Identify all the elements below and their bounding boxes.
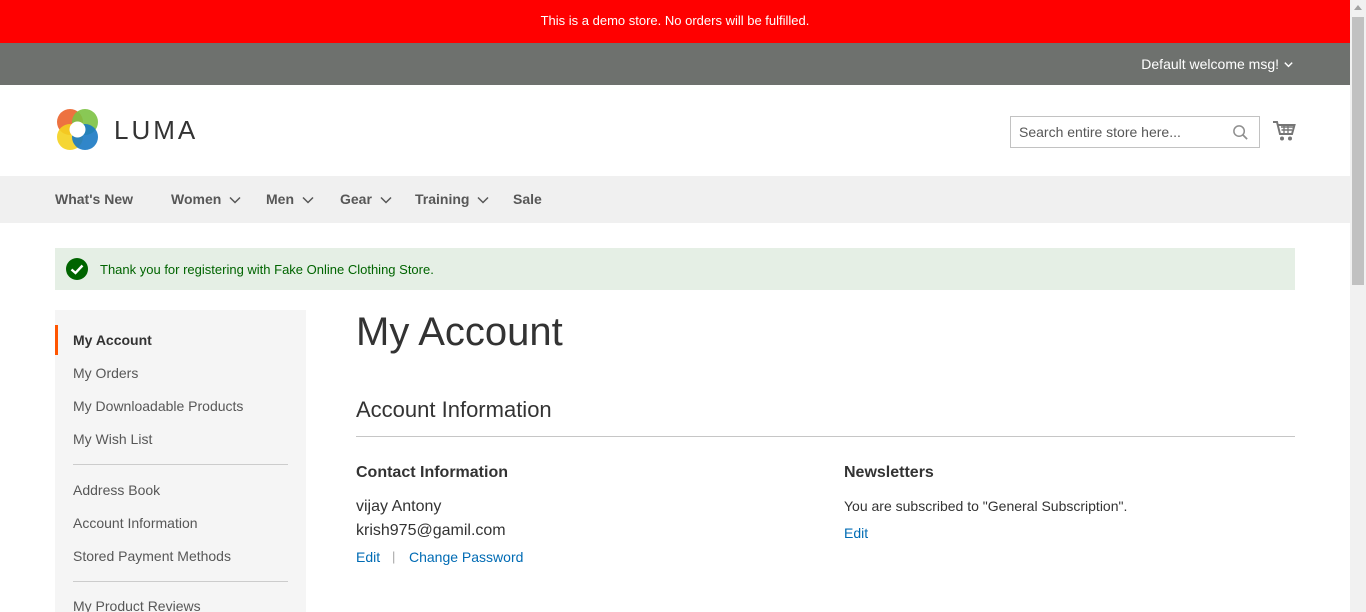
chevron-down-icon: [302, 196, 314, 204]
nav-label: Women: [171, 191, 222, 207]
welcome-label: Default welcome msg!: [1141, 56, 1279, 72]
nav-gear[interactable]: Gear: [340, 191, 392, 208]
link-separator: |: [392, 549, 396, 564]
sidebar-item-account-information[interactable]: Account Information: [73, 514, 198, 532]
scroll-thumb[interactable]: [1352, 17, 1364, 285]
edit-contact-link[interactable]: Edit: [356, 548, 380, 566]
welcome-dropdown[interactable]: Default welcome msg!: [1141, 55, 1294, 73]
search-box: [1010, 116, 1260, 148]
nav-label: Gear: [340, 191, 372, 207]
sidebar-item-stored-payment-methods[interactable]: Stored Payment Methods: [73, 547, 231, 565]
chevron-down-icon: [380, 196, 392, 204]
page-scrollbar[interactable]: [1350, 0, 1366, 612]
edit-newsletters-link[interactable]: Edit: [844, 524, 868, 542]
nav-label: Men: [266, 191, 294, 207]
store-logo[interactable]: LUMA: [55, 107, 198, 153]
chevron-down-icon: [477, 196, 489, 204]
page-title: My Account: [356, 310, 563, 354]
scroll-up-arrow-icon[interactable]: [1354, 5, 1362, 10]
success-message-text: Thank you for registering with Fake Onli…: [100, 261, 434, 277]
cart-icon[interactable]: [1272, 120, 1296, 142]
search-icon[interactable]: [1232, 124, 1249, 141]
nav-sale[interactable]: Sale: [513, 191, 542, 208]
active-indicator: [55, 325, 58, 355]
logo-text: LUMA: [114, 114, 199, 145]
chevron-down-icon: [229, 196, 241, 204]
nav-women[interactable]: Women: [171, 191, 241, 208]
sidebar-divider: [73, 581, 288, 582]
nav-whats-new[interactable]: What's New: [55, 191, 133, 208]
sidebar-item-address-book[interactable]: Address Book: [73, 481, 160, 499]
site-header: LUMA: [0, 85, 1350, 176]
demo-notice: This is a demo store. No orders will be …: [0, 0, 1350, 43]
nav-men[interactable]: Men: [266, 191, 314, 208]
main-navigation: What's New Women Men Gear Training Sale: [0, 176, 1350, 223]
change-password-link[interactable]: Change Password: [409, 548, 523, 566]
panel-header: Default welcome msg!: [0, 43, 1350, 85]
nav-label: Sale: [513, 191, 542, 207]
sidebar-item-my-orders[interactable]: My Orders: [73, 364, 138, 382]
sidebar-item-product-reviews[interactable]: My Product Reviews: [73, 597, 201, 612]
nav-training[interactable]: Training: [415, 191, 489, 208]
sidebar-divider: [73, 464, 288, 465]
sidebar-item-downloadable-products[interactable]: My Downloadable Products: [73, 397, 243, 415]
newsletters-title: Newsletters: [844, 464, 934, 481]
contact-email: krish975@gamil.com: [356, 522, 506, 539]
section-divider: [356, 436, 1295, 437]
section-title: Account Information: [356, 397, 552, 422]
luma-logo-icon: [57, 109, 98, 150]
account-sidebar: My Account My Orders My Downloadable Pro…: [55, 310, 306, 612]
chevron-down-icon: [1284, 61, 1293, 67]
nav-label: Training: [415, 191, 470, 207]
newsletter-status: You are subscribed to "General Subscript…: [844, 498, 1128, 514]
sidebar-item-wish-list[interactable]: My Wish List: [73, 430, 152, 448]
sidebar-item-my-account[interactable]: My Account: [73, 331, 152, 349]
contact-name: vijay Antony: [356, 498, 442, 515]
search-input[interactable]: [1011, 117, 1221, 147]
contact-info-title: Contact Information: [356, 464, 508, 481]
check-circle-icon: [66, 258, 88, 280]
success-message: Thank you for registering with Fake Onli…: [55, 248, 1295, 290]
nav-label: What's New: [55, 191, 134, 207]
